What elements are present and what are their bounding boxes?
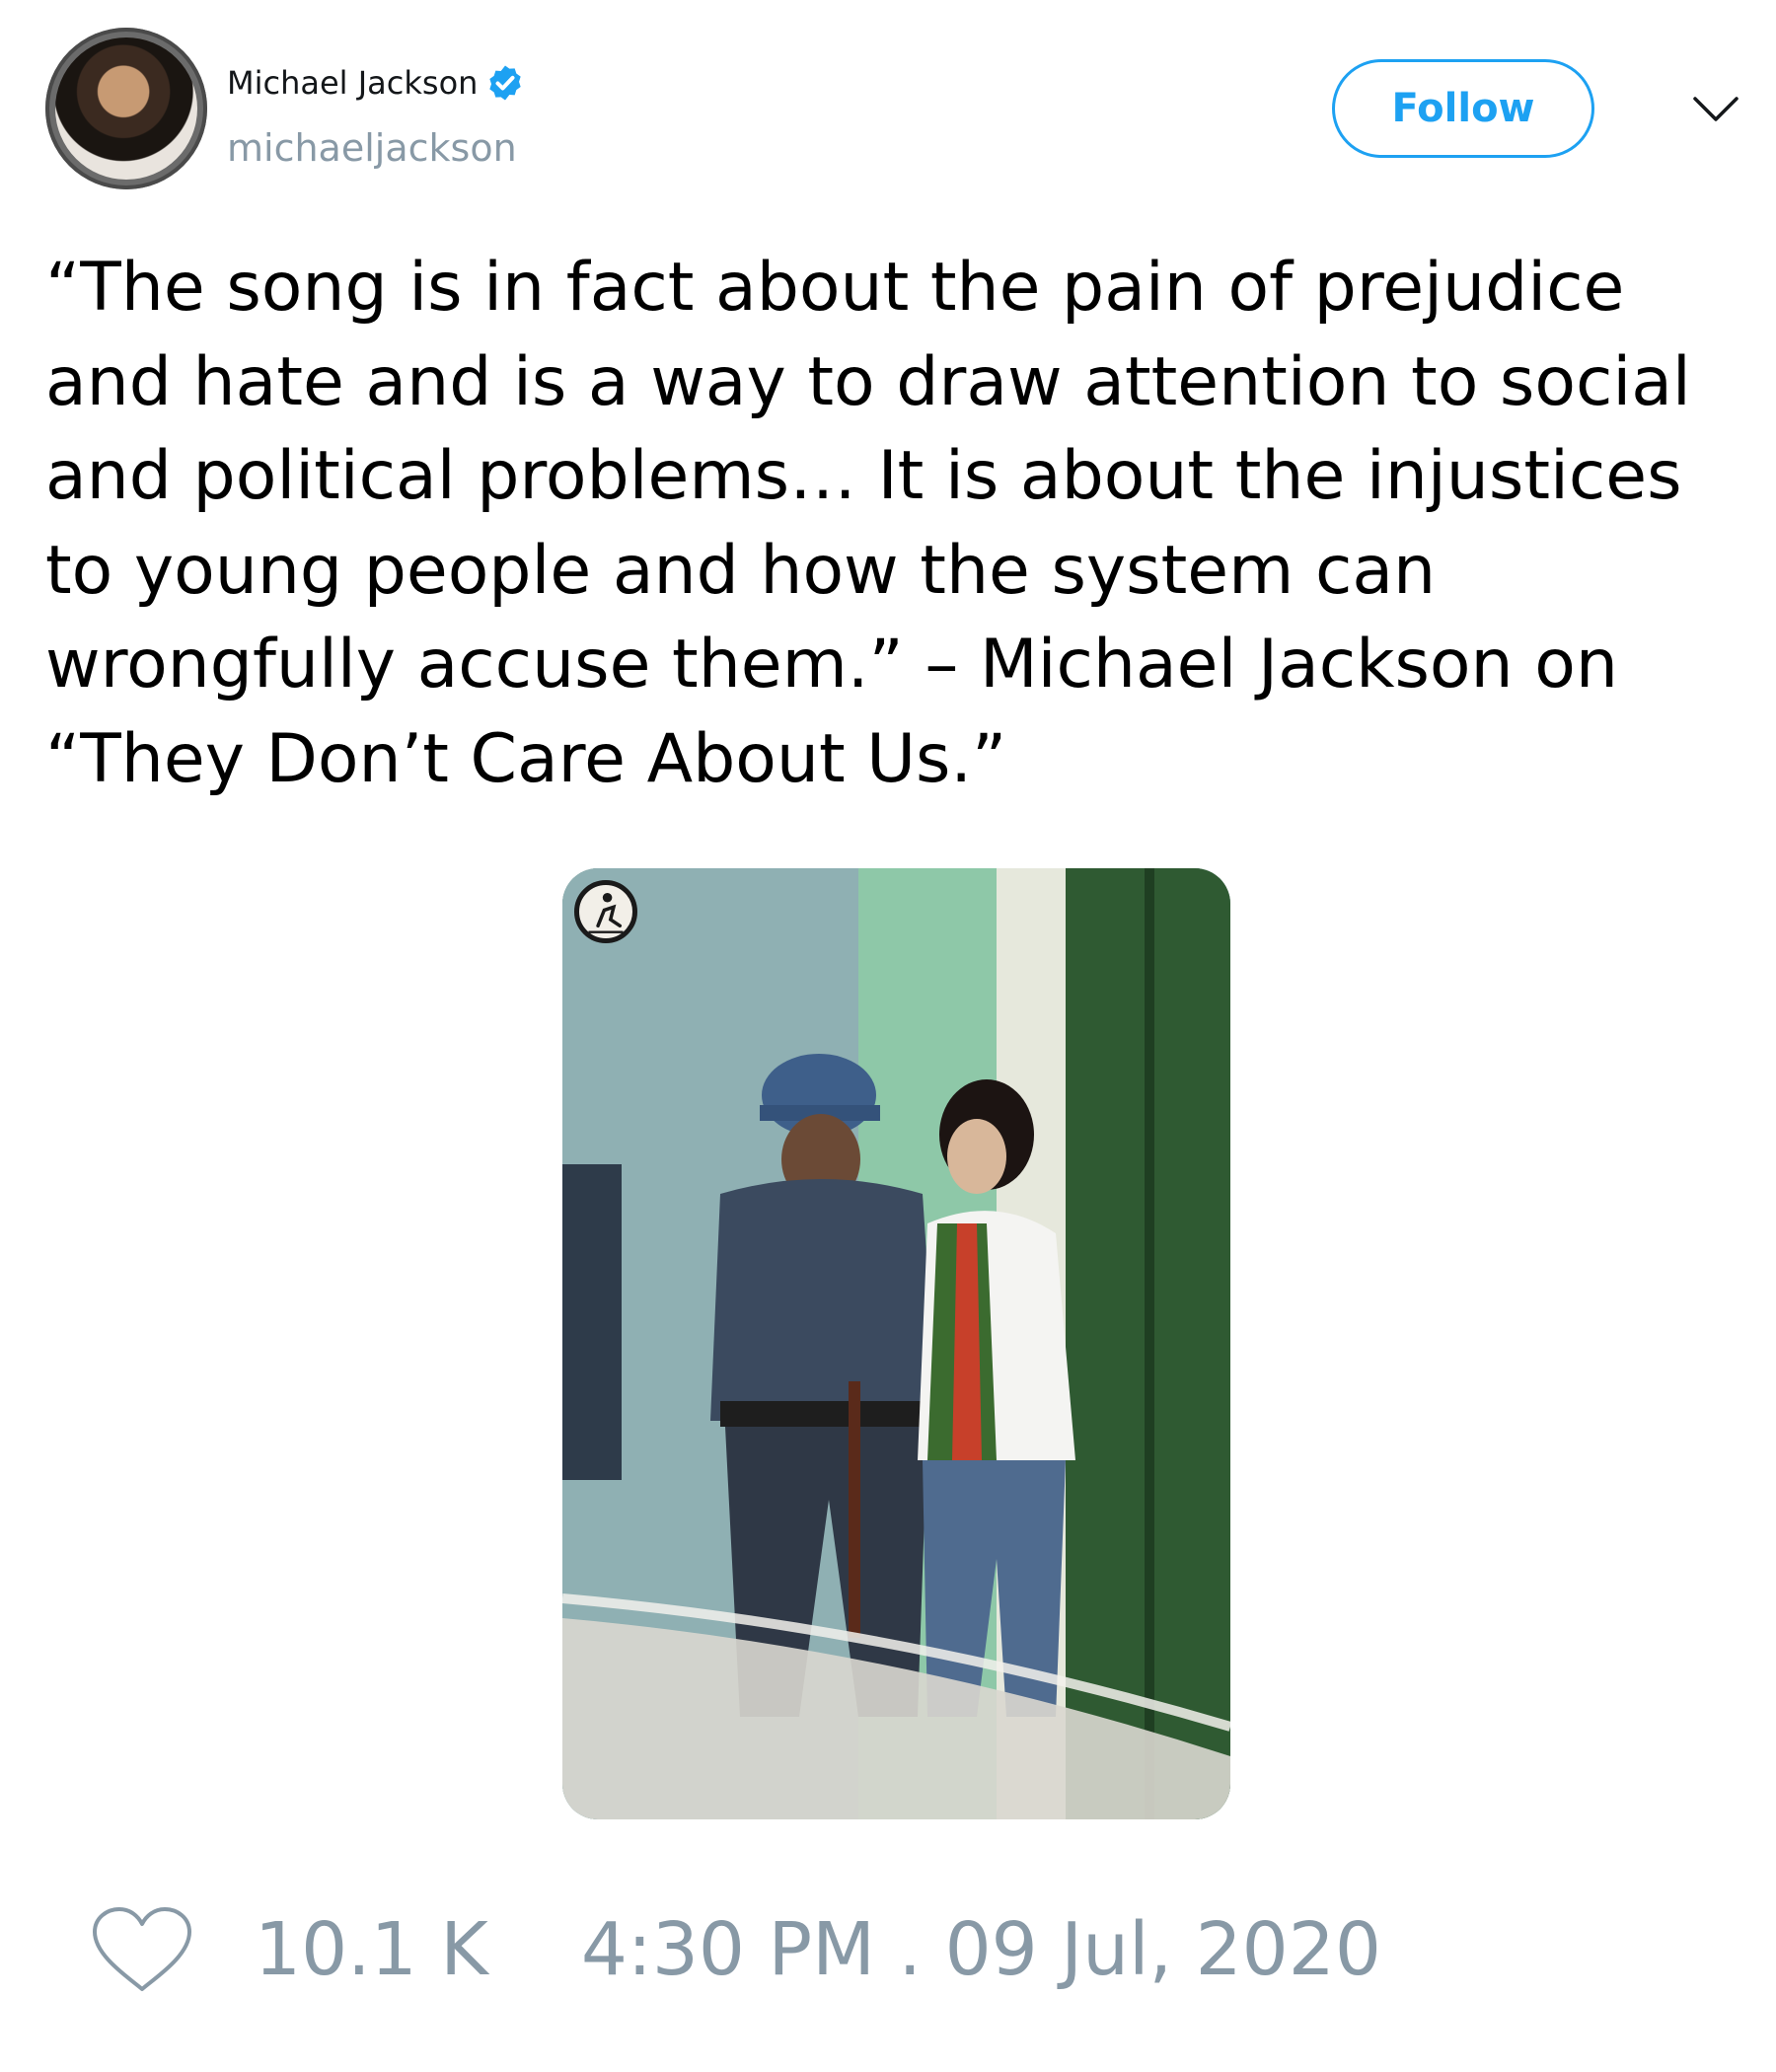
author-name-row: Michael Jackson <box>227 63 525 103</box>
watermark-badge <box>574 880 637 943</box>
avatar[interactable] <box>45 28 207 189</box>
heart-icon[interactable] <box>89 1904 195 1995</box>
tweet-timestamp[interactable]: 4:30 PM . 09 Jul, 2020 <box>581 1907 1381 1992</box>
photo-illustration <box>562 868 1230 1819</box>
tweet-footer: 10.1 K 4:30 PM . 09 Jul, 2020 <box>89 1902 1381 1997</box>
watermark-badge-icon <box>588 892 624 933</box>
verified-badge-icon <box>489 65 522 101</box>
tweet-text: “The song is in fact about the pain of p… <box>45 249 1691 798</box>
author-handle[interactable]: michaeljackson <box>227 126 517 170</box>
author-display-name[interactable]: Michael Jackson <box>227 64 478 102</box>
follow-button[interactable]: Follow <box>1332 59 1594 158</box>
chevron-down-icon[interactable] <box>1691 91 1740 126</box>
avatar-photo <box>55 37 197 180</box>
tweet-photo[interactable] <box>562 868 1230 1819</box>
like-count: 10.1 K <box>255 1907 488 1992</box>
